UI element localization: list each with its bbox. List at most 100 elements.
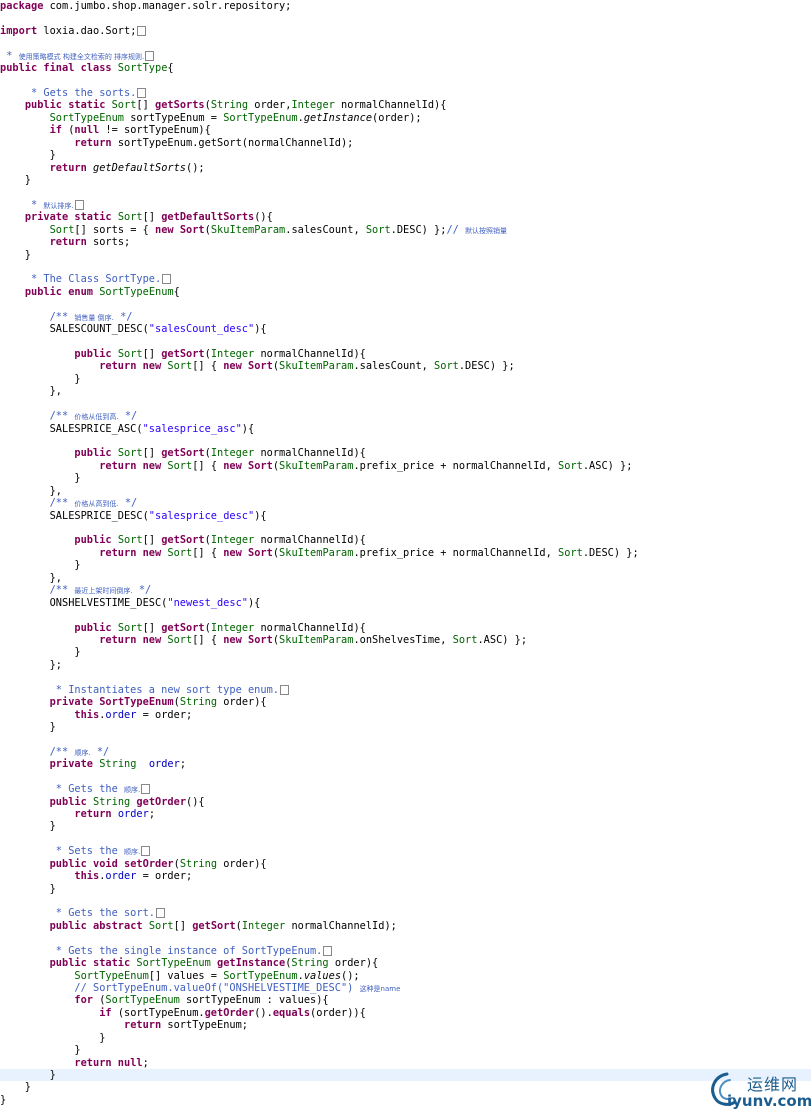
fold-box-icon[interactable] — [162, 274, 172, 284]
code-line[interactable]: public Sort[] getSort(Integer normalChan… — [0, 447, 811, 459]
code-line[interactable] — [0, 609, 811, 621]
code-line[interactable]: } — [0, 820, 811, 832]
code-line[interactable]: } — [0, 559, 811, 571]
code-line[interactable]: }, — [0, 572, 811, 584]
code-line[interactable]: return order; — [0, 808, 811, 820]
code-line[interactable]: return new Sort[] { new Sort(SkuItemPara… — [0, 460, 811, 472]
code-line[interactable]: } — [0, 1044, 811, 1056]
code-line[interactable]: * Instantiates a new sort type enum. — [0, 684, 811, 696]
code-line[interactable]: // SortTypeEnum.valueOf("ONSHELVESTIME_D… — [0, 982, 811, 994]
code-line[interactable]: * Gets the 顺序. — [0, 783, 811, 795]
code-line[interactable]: public enum SortTypeEnum{ — [0, 286, 811, 298]
code-line[interactable]: public String getOrder(){ — [0, 796, 811, 808]
code-line[interactable]: * The Class SortType. — [0, 273, 811, 285]
code-line[interactable]: } — [0, 249, 811, 261]
code-line[interactable]: if (null != sortTypeEnum){ — [0, 124, 811, 136]
code-line[interactable]: public static Sort[] getSorts(String ord… — [0, 99, 811, 111]
code-line[interactable]: public final class SortType{ — [0, 62, 811, 74]
code-line[interactable] — [0, 895, 811, 907]
code-line[interactable]: }, — [0, 485, 811, 497]
fold-box-icon[interactable] — [137, 26, 147, 36]
code-line[interactable]: public Sort[] getSort(Integer normalChan… — [0, 622, 811, 634]
code-line[interactable]: return sortTypeEnum; — [0, 1019, 811, 1031]
code-line[interactable]: return sortTypeEnum.getSort(normalChanne… — [0, 137, 811, 149]
code-line[interactable] — [0, 671, 811, 683]
code-line[interactable] — [0, 37, 811, 49]
code-line[interactable]: public void setOrder(String order){ — [0, 858, 811, 870]
code-line[interactable]: for (SortTypeEnum sortTypeEnum : values)… — [0, 994, 811, 1006]
code-line[interactable] — [0, 771, 811, 783]
code-line[interactable] — [0, 261, 811, 273]
code-line[interactable]: } — [0, 472, 811, 484]
code-line[interactable]: this.order = order; — [0, 709, 811, 721]
code-line[interactable]: } — [0, 1032, 811, 1044]
code-line[interactable]: package com.jumbo.shop.manager.solr.repo… — [0, 0, 811, 12]
code-line[interactable]: public static SortTypeEnum getInstance(S… — [0, 957, 811, 969]
code-line[interactable] — [0, 833, 811, 845]
code-line[interactable]: private static Sort[] getDefaultSorts(){ — [0, 211, 811, 223]
code-line[interactable]: return null; — [0, 1057, 811, 1069]
code-line[interactable]: private String order; — [0, 758, 811, 770]
fold-box-icon[interactable] — [145, 51, 155, 61]
code-line[interactable]: } — [0, 721, 811, 733]
code-line[interactable]: public abstract Sort[] getSort(Integer n… — [0, 920, 811, 932]
code-line[interactable]: /** 最近上架时间倒序. */ — [0, 584, 811, 596]
fold-box-icon[interactable] — [279, 685, 289, 695]
code-line[interactable]: SortTypeEnum[] values = SortTypeEnum.val… — [0, 970, 811, 982]
code-line[interactable]: * Sets the 顺序. — [0, 845, 811, 857]
code-line[interactable]: * 使用策略模式 构建全文检索的 排序规则. — [0, 50, 811, 62]
code-line[interactable]: } — [0, 149, 811, 161]
code-line[interactable] — [0, 435, 811, 447]
code-line[interactable]: * 默认排序. — [0, 199, 811, 211]
code-line[interactable]: this.order = order; — [0, 870, 811, 882]
code-line[interactable]: return new Sort[] { new Sort(SkuItemPara… — [0, 634, 811, 646]
code-line[interactable]: } — [0, 883, 811, 895]
code-line[interactable] — [0, 932, 811, 944]
code-line[interactable]: return getDefaultSorts(); — [0, 162, 811, 174]
code-line[interactable]: return new Sort[] { new Sort(SkuItemPara… — [0, 547, 811, 559]
code-line[interactable]: SortTypeEnum sortTypeEnum = SortTypeEnum… — [0, 112, 811, 124]
code-line[interactable]: } — [0, 1094, 811, 1106]
code-line[interactable]: SALESCOUNT_DESC("salesCount_desc"){ — [0, 323, 811, 335]
code-line[interactable]: public Sort[] getSort(Integer normalChan… — [0, 348, 811, 360]
code-line[interactable]: /** 价格从高到低. */ — [0, 497, 811, 509]
code-line[interactable] — [0, 186, 811, 198]
code-line[interactable]: import loxia.dao.Sort; — [0, 25, 811, 37]
code-editor[interactable]: package com.jumbo.shop.manager.solr.repo… — [0, 0, 811, 1117]
code-line[interactable] — [0, 398, 811, 410]
fold-box-icon[interactable] — [74, 200, 84, 210]
code-line[interactable]: /** 销售量 倒序. */ — [0, 311, 811, 323]
code-line[interactable]: }, — [0, 385, 811, 397]
code-line[interactable] — [0, 522, 811, 534]
code-line[interactable]: /** 价格从低到高. */ — [0, 410, 811, 422]
code-line[interactable] — [0, 733, 811, 745]
code-line[interactable]: public Sort[] getSort(Integer normalChan… — [0, 534, 811, 546]
code-line[interactable]: }; — [0, 659, 811, 671]
code-line[interactable]: * Gets the sorts. — [0, 87, 811, 99]
fold-box-icon[interactable] — [141, 784, 151, 794]
code-line[interactable] — [0, 12, 811, 24]
code-line[interactable]: SALESPRICE_DESC("salesprice_desc"){ — [0, 510, 811, 522]
code-line[interactable]: SALESPRICE_ASC("salesprice_asc"){ — [0, 423, 811, 435]
code-line[interactable]: Sort[] sorts = { new Sort(SkuItemParam.s… — [0, 224, 811, 236]
code-line[interactable]: /** 顺序. */ — [0, 746, 811, 758]
code-line[interactable] — [0, 75, 811, 87]
code-line[interactable] — [0, 298, 811, 310]
code-line[interactable]: } — [0, 646, 811, 658]
code-line[interactable]: ONSHELVESTIME_DESC("newest_desc"){ — [0, 597, 811, 609]
fold-box-icon[interactable] — [323, 946, 333, 956]
fold-box-icon[interactable] — [137, 88, 147, 98]
code-line[interactable] — [0, 336, 811, 348]
code-line[interactable]: if (sortTypeEnum.getOrder().equals(order… — [0, 1007, 811, 1019]
code-line[interactable]: } — [0, 1069, 811, 1081]
code-line[interactable]: } — [0, 174, 811, 186]
code-line[interactable]: } — [0, 1081, 811, 1093]
code-line[interactable]: } — [0, 373, 811, 385]
code-line[interactable]: return new Sort[] { new Sort(SkuItemPara… — [0, 360, 811, 372]
code-line[interactable]: private SortTypeEnum(String order){ — [0, 696, 811, 708]
code-line[interactable]: * Gets the sort. — [0, 907, 811, 919]
code-line[interactable]: * Gets the single instance of SortTypeEn… — [0, 945, 811, 957]
fold-box-icon[interactable] — [155, 908, 165, 918]
code-line[interactable]: return sorts; — [0, 236, 811, 248]
fold-box-icon[interactable] — [141, 846, 151, 856]
